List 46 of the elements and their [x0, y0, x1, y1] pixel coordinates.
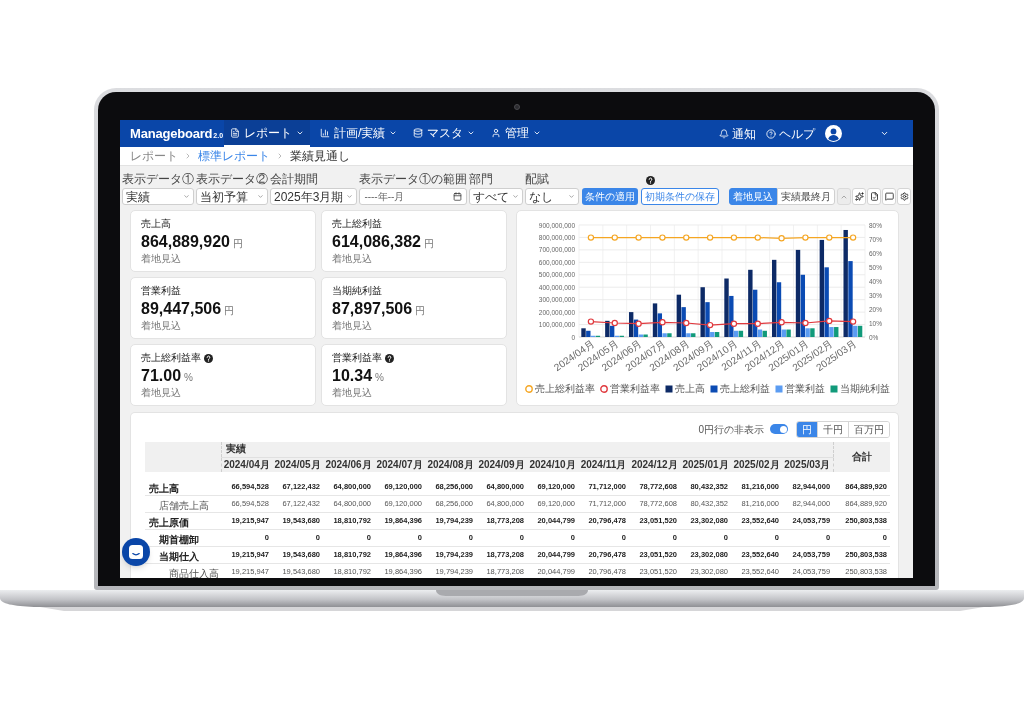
kpi-title: 営業利益	[141, 285, 181, 297]
breadcrumb-item: 業績見通し	[290, 148, 350, 165]
legend-label: 当期純利益	[840, 383, 890, 395]
unit-label: 円	[424, 238, 434, 250]
kpi-title: 売上総利益率	[141, 352, 201, 364]
legend-label: 営業利益	[785, 383, 825, 395]
kpi-value: 864,889,920	[141, 233, 230, 251]
kpi-note: 着地見込	[141, 253, 182, 265]
legend-label: 売上高	[675, 383, 705, 395]
kpi-note: 着地見込	[332, 320, 373, 332]
kpi-value: 10.34	[332, 367, 373, 385]
row-label: 当期仕入	[159, 551, 199, 562]
kpi-value: 71.00	[141, 367, 182, 385]
column-header: 合計	[833, 442, 890, 472]
row-label: 店舗売上高	[159, 500, 209, 511]
row-label: 商品仕入高	[169, 568, 219, 578]
kpi-value: 89,447,506	[141, 300, 222, 318]
legend-label: 売上総利益	[720, 383, 770, 395]
toggle-label: 0円行の非表示	[698, 422, 764, 437]
filter-label: 表示データ①	[122, 173, 194, 186]
row-label: 売上原価	[149, 517, 189, 528]
kpi-note: 着地見込	[141, 387, 182, 399]
row-label: 期首棚卸	[159, 534, 199, 545]
kpi-title: 売上高	[141, 218, 171, 230]
filter-label: 会計期間	[270, 173, 319, 186]
kpi-value: 87,897,506	[332, 300, 413, 318]
unit-label: 円	[233, 238, 243, 250]
unit-label: %	[375, 372, 384, 384]
filter-label: 部門	[469, 173, 495, 186]
kpi-note: 着地見込	[332, 387, 373, 399]
kpi-note: 着地見込	[332, 253, 373, 265]
kpi-title: 売上総利益	[332, 218, 382, 230]
unit-label: 円	[415, 305, 426, 317]
kpi-title: 営業利益率	[332, 352, 382, 364]
legend-label: 売上総利益率	[535, 383, 595, 395]
filter-label: 配賦	[525, 173, 551, 186]
column-group-header: 実績	[221, 442, 834, 457]
kpi-title: 当期純利益	[332, 285, 382, 297]
row-label: 売上高	[149, 483, 179, 494]
unit-label: %	[184, 372, 193, 384]
filter-label: 表示データ②	[196, 173, 268, 186]
kpi-note: 着地見込	[141, 320, 182, 332]
kpi-value: 614,086,382	[332, 233, 421, 251]
unit-label: 円	[224, 305, 235, 317]
filter-label: 表示データ①の範囲	[359, 173, 468, 186]
legend-label: 営業利益率	[610, 383, 660, 395]
